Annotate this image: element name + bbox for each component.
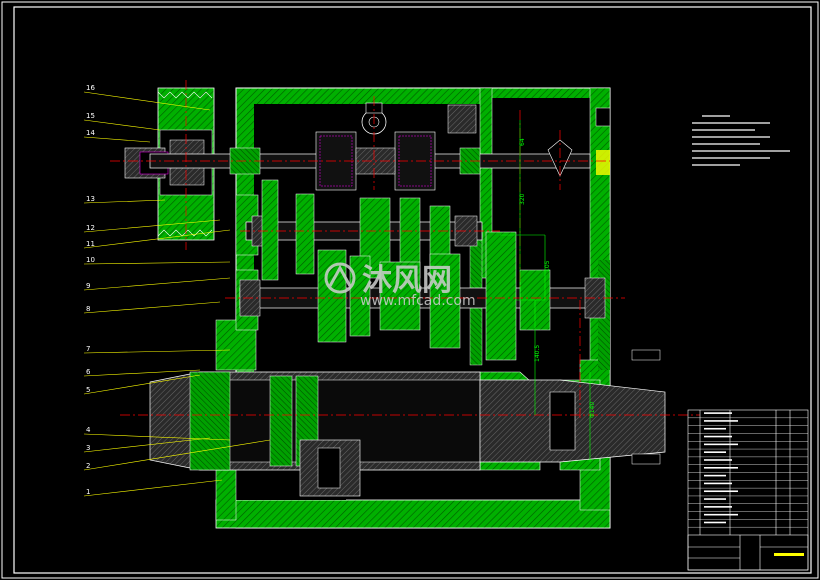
parts-list-entry-text bbox=[704, 474, 726, 477]
callout-16: 16 bbox=[86, 84, 95, 92]
callout-14: 14 bbox=[86, 129, 95, 137]
assembly-drawing-canvas: 64 320 105 140.5 Φ140 16 15 14 13 12 11 … bbox=[1, 1, 819, 579]
callout-2: 2 bbox=[86, 462, 90, 470]
callout-3: 3 bbox=[86, 444, 90, 452]
callout-9: 9 bbox=[86, 282, 90, 290]
parts-list-entry-text bbox=[704, 521, 726, 524]
callout-8: 8 bbox=[86, 305, 90, 313]
callout-13: 13 bbox=[86, 195, 95, 203]
callout-5: 5 bbox=[86, 386, 90, 394]
dimension-140-5: 140.5 bbox=[534, 345, 541, 362]
watermark-url: www.mfcad.com bbox=[360, 293, 476, 309]
parts-list-entry-text bbox=[704, 412, 732, 414]
technical-requirements-note bbox=[692, 115, 790, 166]
parts-list-entry-text bbox=[704, 490, 738, 493]
parts-list-entry-text bbox=[704, 482, 732, 485]
callout-4: 4 bbox=[86, 426, 91, 434]
parts-list-entry-text bbox=[704, 513, 738, 516]
dimension-105: 105 bbox=[544, 260, 551, 272]
callout-15: 15 bbox=[86, 112, 95, 120]
title-block bbox=[687, 534, 809, 571]
callout-1: 1 bbox=[86, 488, 90, 496]
callout-12: 12 bbox=[86, 224, 95, 232]
dimension-diameter-140: Φ140 bbox=[589, 402, 596, 418]
title-block-highlight bbox=[774, 553, 804, 556]
callout-7: 7 bbox=[86, 345, 90, 353]
parts-list-entry-text bbox=[704, 443, 738, 446]
callout-6: 6 bbox=[86, 368, 91, 376]
parts-list-entry-text bbox=[704, 498, 726, 500]
parts-list-entry-text bbox=[704, 506, 732, 508]
parts-list-entry-text bbox=[704, 427, 726, 430]
parts-list-entry-text bbox=[704, 435, 732, 438]
parts-list-entry-text bbox=[704, 459, 732, 461]
callout-10: 10 bbox=[86, 256, 95, 264]
parts-list-table bbox=[687, 409, 809, 571]
parts-list-entry-text bbox=[704, 467, 738, 469]
dimension-320: 320 bbox=[519, 193, 526, 205]
parts-list-entry-text bbox=[704, 420, 738, 422]
callout-11: 11 bbox=[86, 240, 95, 248]
parts-list-entry-text bbox=[704, 451, 726, 453]
dimension-64: 64 bbox=[519, 138, 526, 146]
